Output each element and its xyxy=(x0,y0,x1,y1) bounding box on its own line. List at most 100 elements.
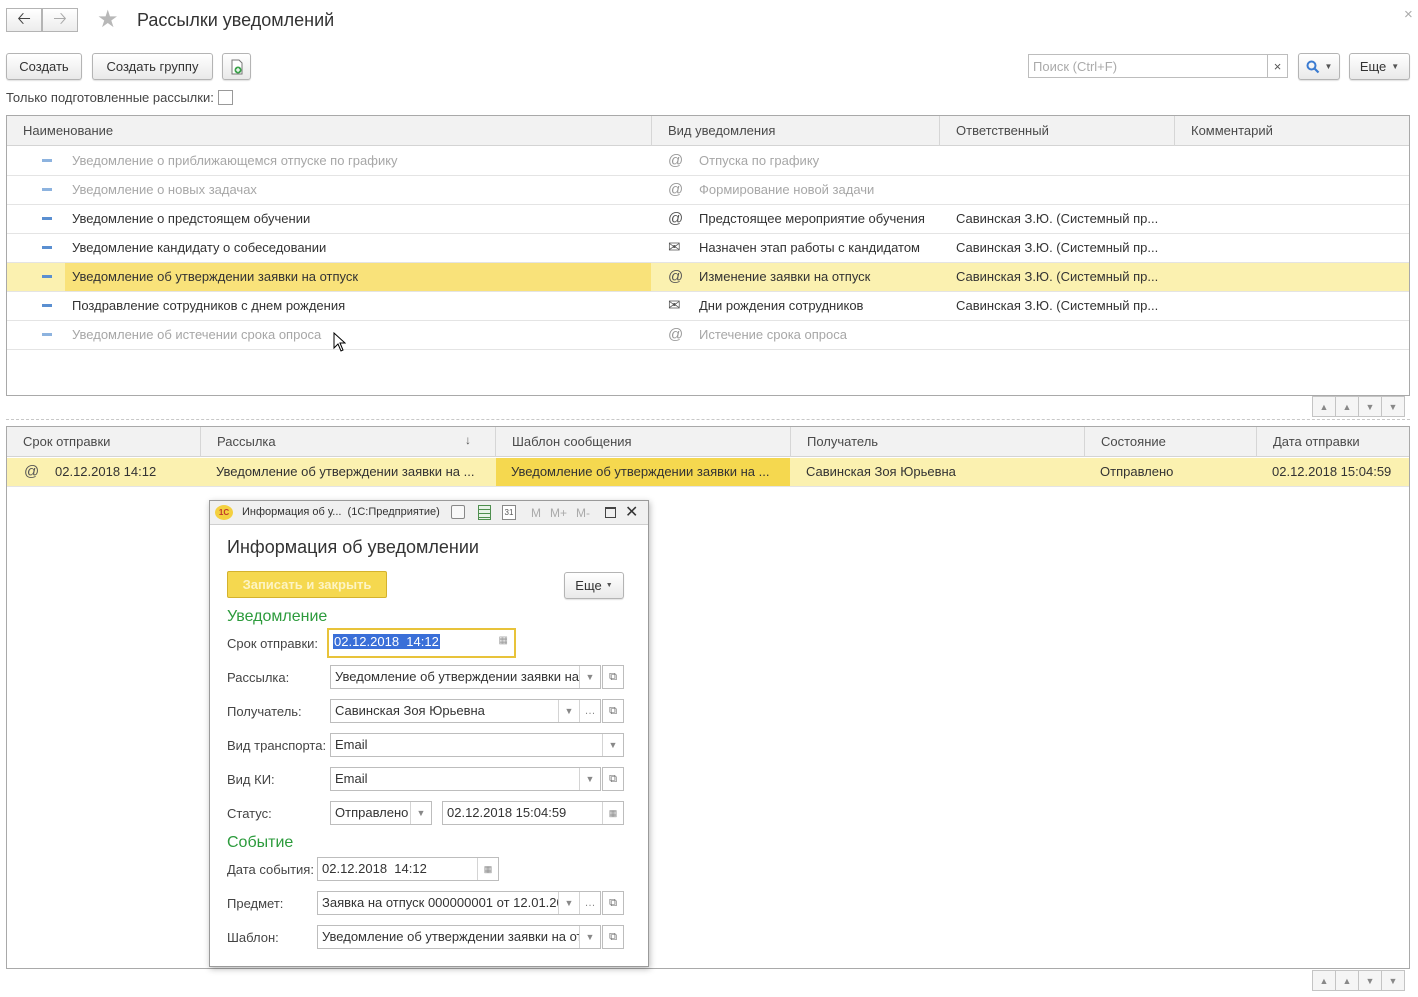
scroll-down-icon[interactable]: ▼ xyxy=(1358,970,1382,991)
column-header-recipient[interactable]: Получатель xyxy=(791,427,1085,457)
search-input[interactable]: Поиск (Ctrl+F) xyxy=(1028,54,1268,78)
ki-field[interactable]: Email ▼ xyxy=(330,767,601,791)
search-options-button[interactable]: ▼ xyxy=(1298,53,1340,80)
column-header-template[interactable]: Шаблон сообщения xyxy=(496,427,791,457)
scroll-down-icon[interactable]: ▼ xyxy=(1358,396,1382,417)
create-button[interactable]: Создать xyxy=(6,53,82,80)
transport-field[interactable]: Email ▼ xyxy=(330,733,624,757)
favorite-star-icon[interactable]: ★ xyxy=(97,5,119,34)
calendar-icon[interactable]: ▦ xyxy=(602,802,623,824)
event-date-field[interactable]: 02.12.2018 14:12 ▦ xyxy=(317,857,499,881)
table-row[interactable]: Уведомление о предстоящем обучении @ Предс… xyxy=(7,205,1409,234)
dropdown-icon[interactable]: ▼ xyxy=(579,666,600,688)
select-icon[interactable]: … xyxy=(579,700,600,722)
print-icon[interactable] xyxy=(451,505,465,519)
clear-icon: × xyxy=(1273,58,1282,74)
deadline-field[interactable]: 02.12.2018 14:12 ▦ xyxy=(327,628,516,658)
dropdown-icon[interactable]: ▼ xyxy=(558,700,579,722)
subject-field[interactable]: Заявка на отпуск 000000001 от 12.01.2018… xyxy=(317,891,601,915)
memory-minus-button[interactable]: M- xyxy=(576,506,590,520)
dropdown-icon[interactable]: ▼ xyxy=(558,892,579,914)
back-button[interactable]: 🡠 xyxy=(6,8,42,32)
column-header-sent-date[interactable]: Дата отправки xyxy=(1257,427,1411,457)
scroll-up-icon[interactable]: ▲ xyxy=(1335,396,1359,417)
column-header-responsible[interactable]: Ответственный xyxy=(940,116,1175,146)
splitter[interactable] xyxy=(6,419,1410,420)
item-icon xyxy=(42,159,52,162)
select-icon[interactable]: … xyxy=(579,892,600,914)
table-row[interactable]: Уведомление об истечении срока опроса @ Ис… xyxy=(7,321,1409,350)
scroll-top-icon[interactable]: ▲ xyxy=(1312,396,1336,417)
template-field[interactable]: Уведомление об утверждении заявки на отп… xyxy=(317,925,601,949)
table-row[interactable]: Уведомление кандидату о собеседовании ✉ На… xyxy=(7,234,1409,263)
notification-sent-date: 02.12.2018 15:04:59 xyxy=(1272,464,1392,479)
dropdown-icon[interactable]: ▼ xyxy=(410,802,431,824)
table-row[interactable]: Уведомление о приближающемся отпуске по … xyxy=(7,147,1409,176)
column-header-name[interactable]: Наименование xyxy=(7,116,652,146)
close-icon[interactable]: × xyxy=(1404,6,1413,23)
status-field[interactable]: Отправлено ▼ xyxy=(330,801,432,825)
open-ki-button[interactable]: ⧉ xyxy=(602,767,624,791)
at-icon: @ xyxy=(668,268,684,285)
calculator-icon[interactable] xyxy=(478,505,491,520)
close-icon[interactable]: ✕ xyxy=(625,502,638,522)
scroll-top-icon[interactable]: ▲ xyxy=(1312,970,1336,991)
dialog-titlebar[interactable]: 1С Информация об у... (1С:Предприятие) 3… xyxy=(210,501,648,525)
more-button[interactable]: Еще ▼ xyxy=(1349,53,1410,80)
mailing-label: Рассылка: xyxy=(227,670,290,685)
notifications-table-header: Срок отправки Рассылка ↓ Шаблон сообщени… xyxy=(7,427,1409,457)
mailing-kind: Формирование новой задачи xyxy=(699,182,875,197)
dialog-window-title: Информация об у... (1С:Предприятие) xyxy=(242,506,440,518)
mailings-table[interactable]: Наименование Вид уведомления Ответственн… xyxy=(6,115,1410,396)
mailing-responsible xyxy=(956,176,1166,204)
open-mailing-button[interactable]: ⧉ xyxy=(602,665,624,689)
memory-button[interactable]: M xyxy=(531,506,541,520)
mailing-name: Уведомление о предстоящем обучении xyxy=(72,211,311,226)
dialog-more-label: Еще xyxy=(575,578,602,593)
save-close-button[interactable]: Записать и закрыть xyxy=(227,571,387,598)
column-header-state[interactable]: Состояние xyxy=(1085,427,1257,457)
dropdown-icon[interactable]: ▼ xyxy=(579,926,600,948)
at-icon: @ xyxy=(668,326,684,343)
mailing-field[interactable]: Уведомление об утверждении заявки на ▼ xyxy=(330,665,601,689)
mailings-table-header: Наименование Вид уведомления Ответственн… xyxy=(7,116,1409,146)
search-icon xyxy=(1306,60,1319,73)
dropdown-icon[interactable]: ▼ xyxy=(579,768,600,790)
column-header-deadline[interactable]: Срок отправки xyxy=(7,427,201,457)
column-header-mailing[interactable]: Рассылка xyxy=(201,427,496,457)
template-value: Уведомление об утверждении заявки на отп… xyxy=(322,929,601,944)
subject-value: Заявка на отпуск 000000001 от 12.01.2018 xyxy=(322,895,579,910)
recipient-value: Савинская Зоя Юрьевна xyxy=(335,703,485,718)
calendar-icon[interactable]: ▦ xyxy=(477,858,498,880)
table-row[interactable]: Уведомление об утверждении заявки на отп… xyxy=(7,263,1409,292)
dropdown-icon[interactable]: ▼ xyxy=(602,734,623,756)
forward-button[interactable]: 🡢 xyxy=(42,8,78,32)
status-date-field[interactable]: 02.12.2018 15:04:59 ▦ xyxy=(442,801,624,825)
memory-plus-button[interactable]: M+ xyxy=(550,506,567,520)
scroll-bottom-icon[interactable]: ▼ xyxy=(1381,396,1405,417)
open-template-button[interactable]: ⧉ xyxy=(602,925,624,949)
mouse-cursor-icon xyxy=(333,332,346,352)
create-group-button[interactable]: Создать группу xyxy=(92,53,213,80)
notifications-scroll-buttons: ▲ ▲ ▼ ▼ xyxy=(1312,970,1405,991)
open-recipient-button[interactable]: ⧉ xyxy=(602,699,624,723)
notification-row[interactable]: @ 02.12.2018 14:12 Уведомление об утверж… xyxy=(7,458,1409,487)
calendar-icon[interactable]: ▦ xyxy=(499,635,508,646)
mailing-comment xyxy=(1191,292,1401,320)
table-row[interactable]: Поздравление сотрудников с днем рождения… xyxy=(7,292,1409,321)
deadline-label: Срок отправки: xyxy=(227,636,319,651)
prepared-only-checkbox[interactable] xyxy=(218,90,233,105)
scroll-up-icon[interactable]: ▲ xyxy=(1335,970,1359,991)
open-subject-button[interactable]: ⧉ xyxy=(602,891,624,915)
maximize-icon[interactable] xyxy=(605,507,616,518)
export-button[interactable] xyxy=(222,53,251,80)
calendar-icon[interactable]: 31 xyxy=(502,505,516,520)
recipient-field[interactable]: Савинская Зоя Юрьевна ▼ … xyxy=(330,699,601,723)
search-clear-button[interactable]: × xyxy=(1267,54,1288,78)
table-row[interactable]: Уведомление о новых задачах @ Формирование… xyxy=(7,176,1409,205)
dialog-more-button[interactable]: Еще ▼ xyxy=(564,572,624,599)
mailing-comment xyxy=(1191,234,1401,262)
column-header-kind[interactable]: Вид уведомления xyxy=(652,116,940,146)
column-header-comment[interactable]: Комментарий xyxy=(1175,116,1411,146)
scroll-bottom-icon[interactable]: ▼ xyxy=(1381,970,1405,991)
